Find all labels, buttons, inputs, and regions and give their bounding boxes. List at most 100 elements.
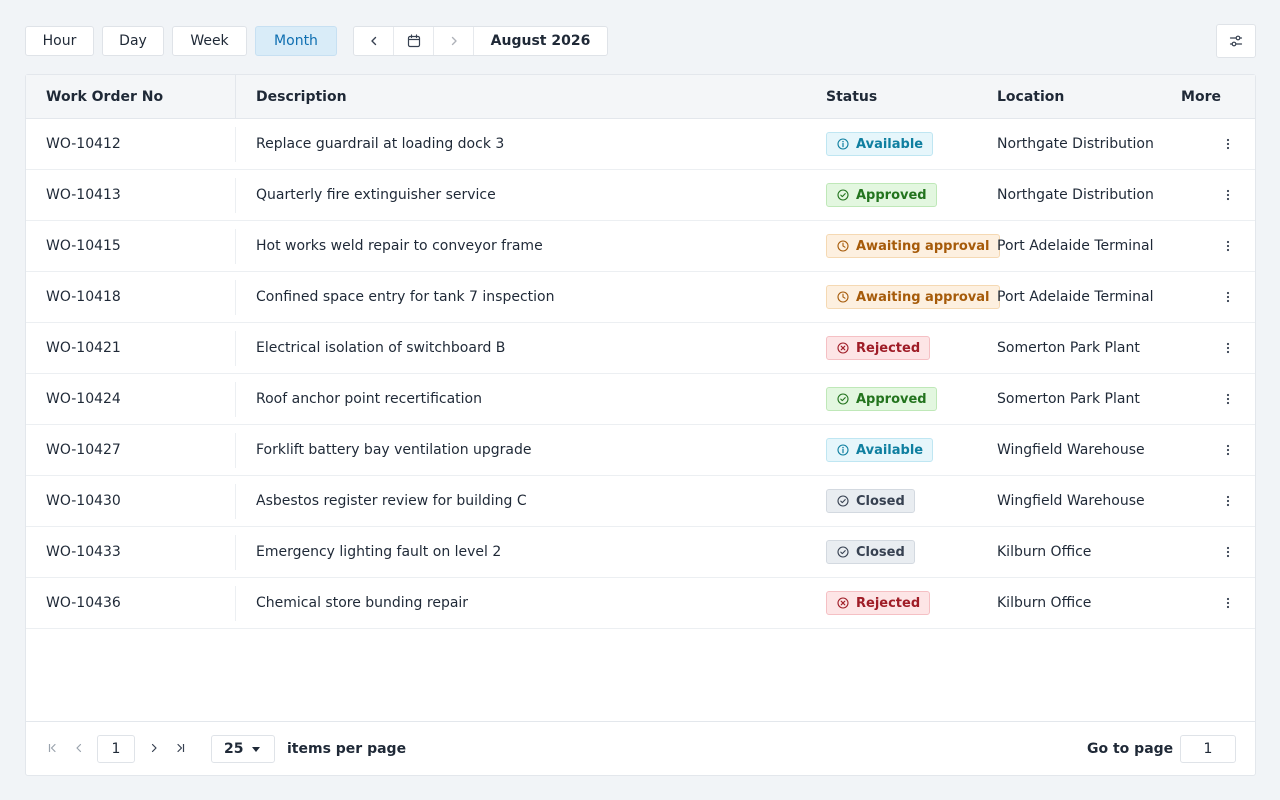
table-row[interactable]: WO-10421 Electrical isolation of switchbo… (26, 323, 1255, 374)
table-row[interactable]: WO-10412 Replace guardrail at loading doc… (26, 119, 1255, 170)
row-more-button[interactable] (1221, 337, 1235, 359)
work-order-description: Asbestos register review for building C (256, 493, 527, 509)
last-page-button[interactable] (173, 741, 187, 755)
next-page-button[interactable] (147, 741, 161, 755)
view-hour-button[interactable]: Hour (25, 26, 94, 56)
table-row[interactable]: WO-10433 Emergency lighting fault on leve… (26, 527, 1255, 578)
status-cell: Rejected (826, 336, 931, 360)
previous-period-button[interactable] (354, 27, 394, 55)
status-badge: Closed (826, 489, 915, 513)
column-divider (235, 382, 236, 417)
status-badge: Awaiting approval (826, 234, 1000, 258)
items-per-page-label: items per page (287, 741, 407, 757)
table-row[interactable]: WO-10427 Forklift battery bay ventilation… (26, 425, 1255, 476)
row-more-button[interactable] (1221, 388, 1235, 410)
column-divider (235, 127, 236, 162)
column-header-status[interactable]: Status (826, 89, 877, 105)
row-more-button[interactable] (1221, 184, 1235, 206)
column-header-description[interactable]: Description (256, 89, 347, 105)
view-day-button[interactable]: Day (102, 26, 164, 56)
calendar-button[interactable] (394, 27, 434, 55)
current-period-label: August 2026 (490, 33, 591, 49)
status-badge: Rejected (826, 591, 931, 615)
row-more-button[interactable] (1221, 490, 1235, 512)
status-badge-label: Rejected (856, 595, 921, 611)
table-row[interactable]: WO-10430 Asbestos register review for bui… (26, 476, 1255, 527)
row-more-button[interactable] (1221, 439, 1235, 461)
chevron-left-icon (76, 743, 82, 753)
status-badge-label: Closed (856, 493, 905, 509)
calendar-icon (407, 34, 420, 48)
column-divider (235, 75, 236, 119)
next-period-button[interactable] (434, 27, 474, 55)
vertical-ellipsis-icon (1226, 444, 1230, 456)
table-header: Work Order No Description Status Locatio… (26, 75, 1255, 119)
status-cell: Available (826, 438, 934, 462)
last-page-icon (177, 743, 185, 753)
vertical-ellipsis-icon (1226, 393, 1230, 405)
view-week-button[interactable]: Week (172, 26, 247, 56)
column-header-location[interactable]: Location (997, 89, 1064, 105)
work-order-location: Wingfield Warehouse (997, 493, 1145, 509)
column-divider (235, 331, 236, 366)
status-cell: Awaiting approval (826, 234, 1000, 258)
go-to-page-label: Go to page (1087, 741, 1174, 757)
table-row[interactable]: WO-10436 Chemical store bunding repair Rej… (26, 578, 1255, 629)
work-order-number: WO-10421 (46, 340, 121, 356)
status-cell: Available (826, 132, 934, 156)
row-more-button[interactable] (1221, 133, 1235, 155)
table-row[interactable]: WO-10424 Roof anchor point recertificatio… (26, 374, 1255, 425)
chevron-right-icon (451, 36, 457, 46)
work-order-description: Confined space entry for tank 7 inspecti… (256, 289, 555, 305)
work-order-description: Replace guardrail at loading dock 3 (256, 136, 505, 152)
vertical-ellipsis-icon (1226, 189, 1230, 201)
info-icon (837, 138, 849, 150)
vertical-ellipsis-icon (1226, 342, 1230, 354)
current-page-input[interactable]: 1 (97, 735, 135, 763)
table-row[interactable]: WO-10413 Quarterly fire extinguisher serv… (26, 170, 1255, 221)
view-month-button[interactable]: Month (255, 26, 337, 56)
status-badge: Closed (826, 540, 915, 564)
work-order-location: Somerton Park Plant (997, 340, 1140, 356)
column-header-more: More (1181, 88, 1221, 105)
chevron-right-icon (151, 743, 157, 753)
first-page-button[interactable] (46, 741, 60, 755)
items-per-page-select[interactable]: 25 (211, 735, 275, 763)
previous-page-button[interactable] (72, 741, 86, 755)
work-order-description: Emergency lighting fault on level 2 (256, 544, 502, 560)
vertical-ellipsis-icon (1226, 546, 1230, 558)
work-order-number: WO-10413 (46, 187, 121, 203)
work-order-number: WO-10412 (46, 136, 121, 152)
work-order-number: WO-10433 (46, 544, 121, 560)
status-badge: Available (826, 132, 934, 156)
work-order-number: WO-10424 (46, 391, 121, 407)
pagination-bar: 1 25 items per page Go to page 1 (26, 721, 1255, 775)
info-icon (837, 444, 849, 456)
status-badge-label: Awaiting approval (856, 289, 990, 305)
status-badge: Rejected (826, 336, 931, 360)
row-more-button[interactable] (1221, 235, 1235, 257)
check-circle-icon (837, 189, 849, 201)
status-badge-label: Awaiting approval (856, 238, 990, 254)
table-row[interactable]: WO-10415 Hot works weld repair to conveyo… (26, 221, 1255, 272)
filter-settings-button[interactable] (1216, 24, 1256, 58)
row-more-button[interactable] (1221, 286, 1235, 308)
go-to-page-input[interactable]: 1 (1180, 735, 1236, 763)
table-row[interactable]: WO-10418 Confined space entry for tank 7 … (26, 272, 1255, 323)
column-header-work-order[interactable]: Work Order No (46, 89, 163, 105)
work-order-location: Somerton Park Plant (997, 391, 1140, 407)
first-page-icon (48, 743, 56, 753)
check-circle-icon (837, 393, 849, 405)
work-orders-table: Work Order No Description Status Locatio… (25, 74, 1256, 776)
column-divider (235, 586, 236, 621)
row-more-button[interactable] (1221, 592, 1235, 614)
column-divider (235, 280, 236, 315)
row-more-button[interactable] (1221, 541, 1235, 563)
x-circle-icon (837, 597, 849, 609)
work-order-location: Kilburn Office (997, 544, 1092, 560)
work-order-location: Kilburn Office (997, 595, 1092, 611)
work-order-number: WO-10436 (46, 595, 121, 611)
status-cell: Approved (826, 183, 937, 207)
status-badge: Approved (826, 387, 937, 411)
status-cell: Rejected (826, 591, 931, 615)
